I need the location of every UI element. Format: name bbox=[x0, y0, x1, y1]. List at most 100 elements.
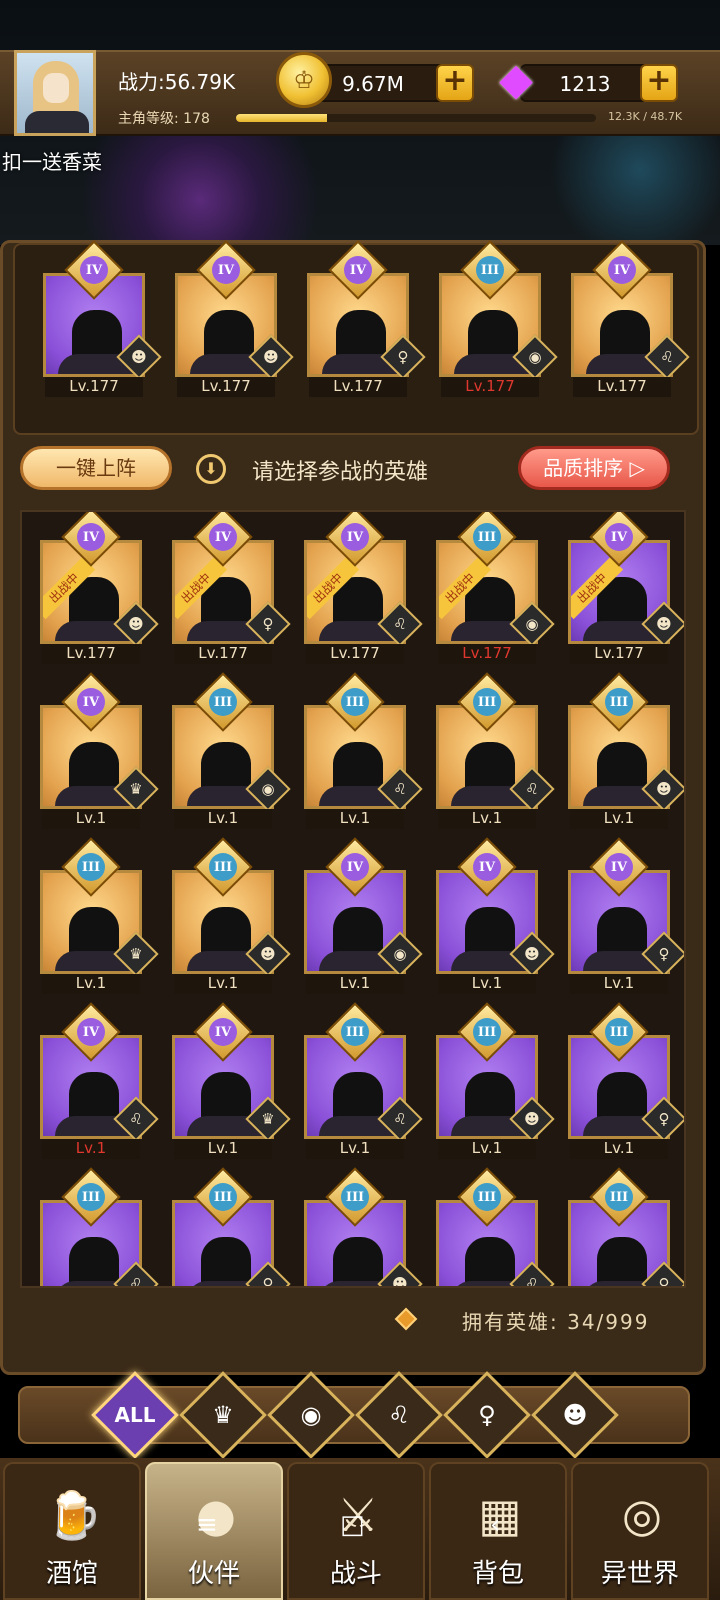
team-lineup: IV ☻ Lv.177 IV ☻ Lv.177 IV ♀ Lv.177 III ◉ Lv.177 IV ♌… bbox=[13, 240, 699, 435]
grid-hero-card[interactable]: III ☻ Lv.1 bbox=[436, 1002, 555, 1159]
menu-icon[interactable]: ≡ bbox=[196, 1510, 218, 1540]
grid-hero-card[interactable]: III ♀ bbox=[172, 1167, 291, 1286]
filter-elf-faction-icon[interactable]: ♀ bbox=[443, 1371, 531, 1459]
grid-hero-card[interactable]: III ♌ Lv.1 bbox=[436, 672, 555, 829]
filter-all-icon[interactable]: ALL bbox=[91, 1371, 179, 1459]
team-hero-card[interactable]: IV ♌ Lv.177 bbox=[571, 240, 690, 397]
grid-hero-card[interactable]: IV ☻ Lv.1 bbox=[436, 837, 555, 994]
grid-hero-card[interactable]: IV ♀ Lv.1 bbox=[568, 837, 684, 994]
grid-hero-card[interactable]: III ◉ Lv.1 bbox=[172, 672, 291, 829]
hero-level: Lv.1 bbox=[306, 1139, 404, 1159]
team-hero-card[interactable]: III ◉ Lv.177 bbox=[439, 240, 558, 397]
hero-figure bbox=[55, 1237, 133, 1286]
hero-level: Lv.1 bbox=[438, 1139, 536, 1159]
elf-faction-glyph: ♀ bbox=[658, 1275, 670, 1288]
team-hero-card[interactable]: IV ♀ Lv.177 bbox=[307, 240, 426, 397]
grid-hero-card[interactable]: III ♌ bbox=[436, 1167, 555, 1286]
grid-hero-card[interactable]: 出战中 III ◉ Lv.177 bbox=[436, 512, 555, 664]
tier-label: IV bbox=[605, 523, 633, 551]
player-level-value: 178 bbox=[183, 111, 210, 127]
xp-bar-fill bbox=[236, 114, 328, 122]
back-icon[interactable]: ‹ bbox=[490, 1510, 500, 1540]
home-icon[interactable]: □ bbox=[340, 1510, 365, 1540]
grid-hero-card[interactable]: 出战中 IV ☻ Lv.177 bbox=[40, 512, 159, 664]
lion-faction-glyph: ♌ bbox=[393, 615, 407, 633]
lion-faction-glyph: ♌ bbox=[525, 780, 539, 798]
hero-level: Lv.1 bbox=[306, 974, 404, 994]
grid-hero-card[interactable]: 出战中 IV ♀ Lv.177 bbox=[172, 512, 291, 664]
tier-label: III bbox=[473, 1183, 501, 1211]
avatar-suit bbox=[25, 111, 89, 133]
hero-level: Lv.177 bbox=[174, 644, 272, 664]
filter-knight-faction-icon[interactable]: ♛ bbox=[179, 1371, 267, 1459]
filter-lion-faction-icon[interactable]: ♌ bbox=[355, 1371, 443, 1459]
hero-figure bbox=[583, 1237, 661, 1286]
grid-hero-card[interactable]: III ♌ bbox=[40, 1167, 159, 1286]
hero-figure bbox=[583, 1072, 661, 1136]
grid-hero-card[interactable]: III ♌ Lv.1 bbox=[304, 1002, 423, 1159]
nav-tab-tavern[interactable]: 🍺 酒馆 bbox=[3, 1462, 141, 1600]
grid-hero-card[interactable]: III ☻ bbox=[304, 1167, 423, 1286]
team-hero-card[interactable]: IV ☻ Lv.177 bbox=[43, 240, 162, 397]
hero-figure bbox=[58, 310, 136, 374]
grid-hero-card[interactable]: 出战中 IV ♌ Lv.177 bbox=[304, 512, 423, 664]
tier-label: III bbox=[209, 1183, 237, 1211]
knight-faction-glyph: ♛ bbox=[129, 780, 143, 798]
lion-faction-glyph: ♌ bbox=[129, 1110, 143, 1128]
avatar-face bbox=[43, 73, 69, 103]
hero-figure bbox=[586, 310, 664, 374]
grid-hero-card[interactable]: IV ♛ Lv.1 bbox=[40, 672, 159, 829]
add-gem-button[interactable]: + bbox=[640, 64, 678, 102]
hero-grid[interactable]: 出战中 IV ☻ Lv.177 出战中 IV ♀ Lv.177 出战中 IV ♌ Lv.177 出战中 I… bbox=[20, 510, 686, 1288]
promo-text: 扣一送香菜 bbox=[2, 150, 102, 174]
tier-label: IV bbox=[341, 523, 369, 551]
filter-fish-faction-icon[interactable]: ◉ bbox=[267, 1371, 355, 1459]
grid-hero-card[interactable]: III ☻ Lv.1 bbox=[568, 672, 684, 829]
hero-figure bbox=[187, 742, 265, 806]
hero-figure bbox=[583, 907, 661, 971]
filter-demon-faction-icon[interactable]: ☻ bbox=[531, 1371, 619, 1459]
grid-hero-card[interactable]: IV ♛ Lv.1 bbox=[172, 1002, 291, 1159]
player-avatar[interactable] bbox=[14, 50, 96, 136]
knight-faction-glyph: ♛ bbox=[261, 1110, 275, 1128]
tier-label: III bbox=[209, 853, 237, 881]
lion-faction-glyph: ♌ bbox=[393, 780, 407, 798]
quality-sort-button[interactable]: 品质排序 ▷ bbox=[518, 446, 670, 490]
grid-hero-card[interactable]: 出战中 IV ☻ Lv.177 bbox=[568, 512, 684, 664]
tier-label: III bbox=[605, 1018, 633, 1046]
grid-hero-card[interactable]: III ♀ bbox=[568, 1167, 684, 1286]
hero-level: Lv.177 bbox=[309, 377, 407, 397]
xp-text: 12.3K / 48.7K bbox=[608, 110, 683, 123]
grid-hero-card[interactable]: III ☻ Lv.1 bbox=[172, 837, 291, 994]
team-hero-card[interactable]: IV ☻ Lv.177 bbox=[175, 240, 294, 397]
hero-level: Lv.177 bbox=[45, 377, 143, 397]
grid-hero-card[interactable]: IV ♌ Lv.1 bbox=[40, 1002, 159, 1159]
grid-hero-card[interactable]: III ♀ Lv.1 bbox=[568, 1002, 684, 1159]
demon-faction-glyph: ☻ bbox=[392, 1275, 408, 1288]
hero-level: Lv.177 bbox=[42, 644, 140, 664]
hero-figure bbox=[451, 742, 529, 806]
grid-hero-card[interactable]: III ♌ Lv.1 bbox=[304, 672, 423, 829]
gem-icon: ◆ bbox=[499, 54, 533, 105]
knight-faction-glyph: ♛ bbox=[129, 945, 143, 963]
lion-faction-glyph: ♌ bbox=[660, 348, 674, 366]
hero-figure bbox=[187, 1237, 265, 1286]
gold-coin-icon: ♔ bbox=[276, 52, 332, 108]
tier-label: III bbox=[605, 688, 633, 716]
hero-level: Lv.1 bbox=[42, 809, 140, 829]
hero-figure bbox=[55, 742, 133, 806]
tier-label: IV bbox=[608, 256, 636, 284]
hero-figure bbox=[322, 310, 400, 374]
hero-figure bbox=[190, 310, 268, 374]
one-key-deploy-button[interactable]: 一键上阵 bbox=[20, 446, 172, 490]
elf-faction-glyph: ♀ bbox=[397, 348, 409, 366]
tier-label: III bbox=[77, 1183, 105, 1211]
tier-label: IV bbox=[77, 688, 105, 716]
grid-hero-card[interactable]: IV ◉ Lv.1 bbox=[304, 837, 423, 994]
add-gold-button[interactable]: + bbox=[436, 64, 474, 102]
grid-hero-card[interactable]: III ♛ Lv.1 bbox=[40, 837, 159, 994]
demon-faction-glyph: ☻ bbox=[131, 348, 147, 366]
nav-tab-portal[interactable]: ◎ 异世界 bbox=[571, 1462, 709, 1600]
xp-bar bbox=[236, 114, 596, 122]
hero-figure bbox=[319, 742, 397, 806]
